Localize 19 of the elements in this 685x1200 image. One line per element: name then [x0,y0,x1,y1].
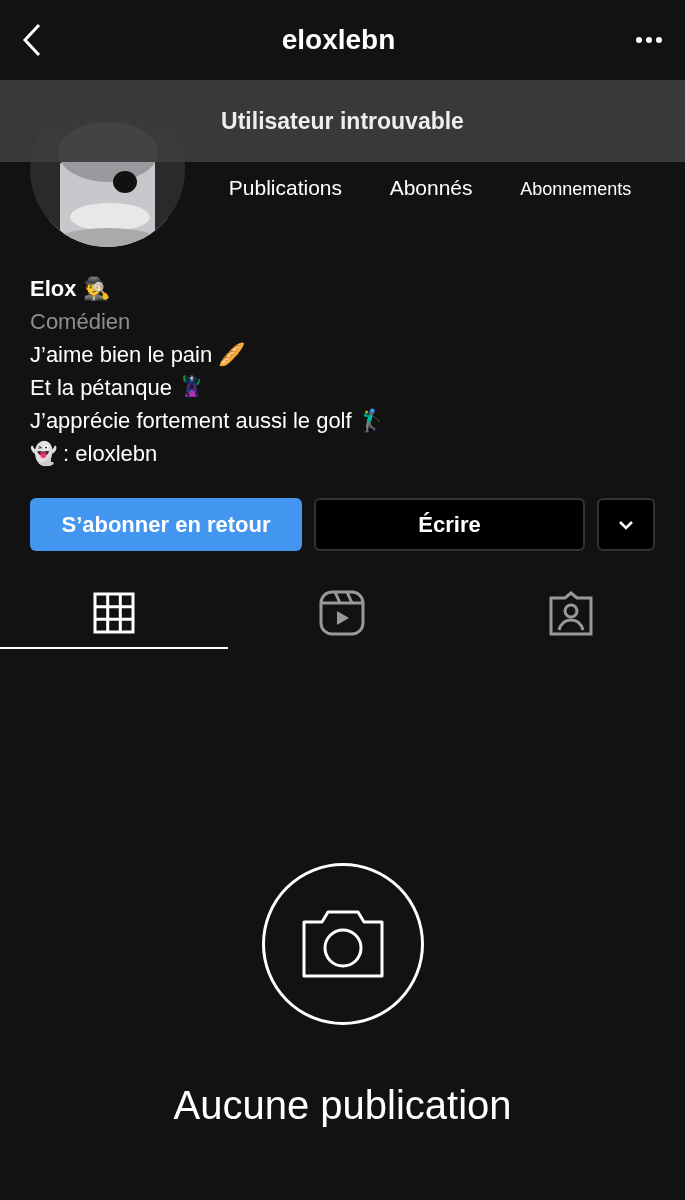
profile-name: Elox 🕵‍♂ [30,275,111,303]
toast-message: Utilisateur introuvable [221,107,464,135]
stat-label[interactable]: Abonnements [520,176,632,200]
stat-label[interactable]: Publications [228,176,343,200]
empty-message: Aucune publication [173,1083,512,1128]
bio-line: Et la pétanque 🦹‍♀ [30,374,206,402]
back-icon[interactable] [22,23,42,57]
person-icon [548,590,593,636]
chevron-down-icon [618,519,634,530]
stat-label[interactable]: Abonnés [389,176,473,200]
username-title: eloxlebn [281,24,396,56]
bio-line: J’aime bien le pain 🥖 [30,341,247,369]
grid-icon [93,592,136,634]
more-icon[interactable] [635,36,663,44]
bio-line: 👻 : eloxlebn [30,440,159,468]
bio-line: J’apprécie fortement aussi le golf 🏌‍♂ [30,407,386,435]
message-button[interactable]: Écrire [314,498,585,551]
profile-category: Comédien [30,308,132,336]
clapper-icon [319,590,366,636]
